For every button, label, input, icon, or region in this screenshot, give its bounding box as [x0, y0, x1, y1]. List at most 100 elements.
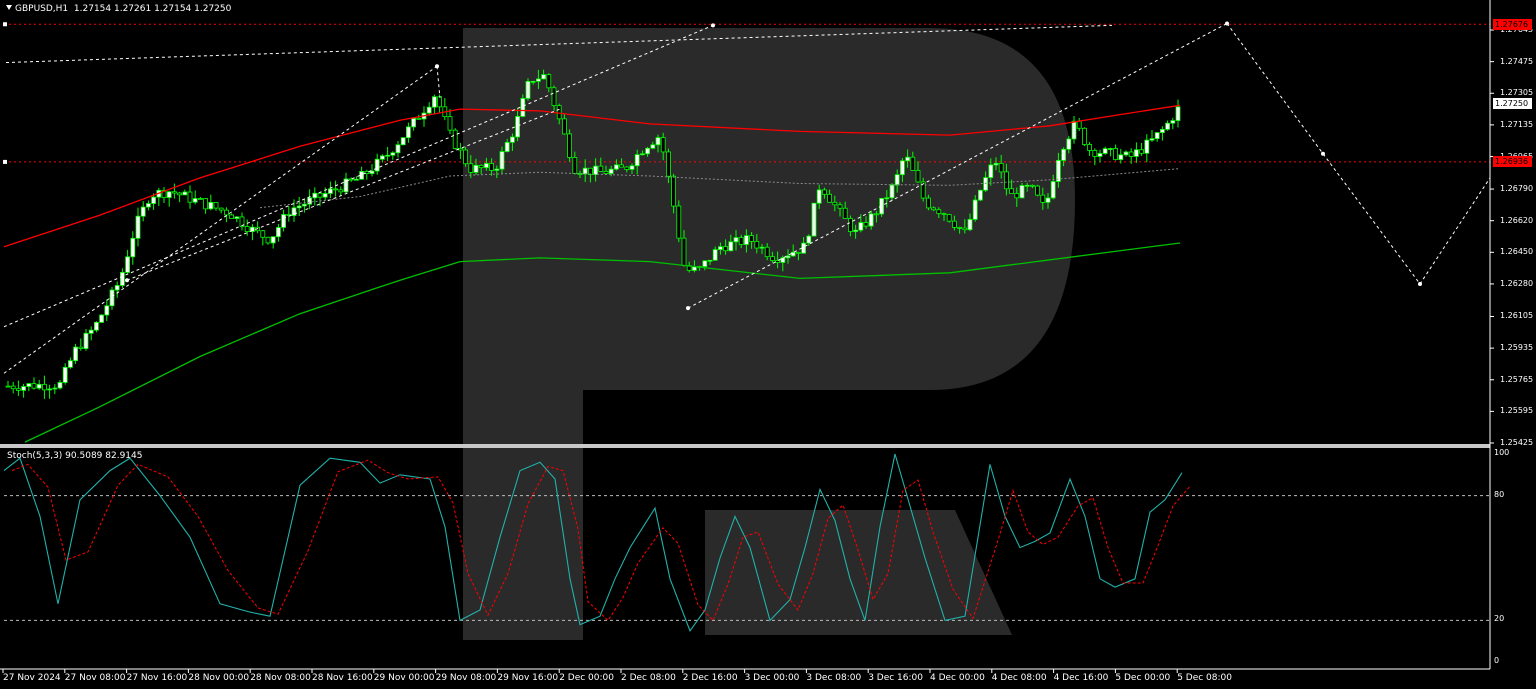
- bull-candle: [431, 96, 437, 108]
- bear-candle: [962, 227, 968, 231]
- price-label: 1.26790: [1500, 184, 1534, 194]
- bull-candle: [301, 203, 307, 207]
- bull-candle: [707, 259, 713, 262]
- bull-candle: [525, 81, 531, 99]
- bear-candle: [556, 105, 562, 120]
- bear-candle: [848, 218, 853, 232]
- price-chart[interactable]: [0, 0, 1536, 689]
- bull-candle: [1102, 148, 1108, 154]
- bull-candle: [307, 197, 313, 205]
- bull-candle: [634, 154, 640, 167]
- time-label: 3 Dec 00:00: [744, 673, 800, 683]
- time-label: 2 Dec 08:00: [621, 673, 676, 683]
- time-label: 27 Nov 2024: [3, 673, 61, 683]
- bull-candle: [94, 322, 99, 331]
- bear-candle: [1076, 120, 1082, 129]
- bear-candle: [468, 163, 474, 173]
- bull-candle: [759, 246, 765, 249]
- bear-candle: [671, 175, 676, 207]
- forecast-point: [435, 64, 439, 69]
- bull-candle: [1170, 120, 1176, 124]
- time-label: 28 Nov 00:00: [188, 673, 250, 683]
- bear-candle: [416, 117, 422, 120]
- bull-candle: [536, 78, 541, 82]
- bear-candle: [489, 163, 495, 171]
- bull-candle: [145, 203, 151, 208]
- price-tag: 1.27676: [1493, 18, 1532, 30]
- bull-candle: [68, 360, 73, 368]
- bull-candle: [718, 246, 723, 250]
- forecast-point: [1418, 281, 1422, 286]
- bear-candle: [15, 388, 21, 391]
- bull-candle: [374, 158, 380, 172]
- price-label: 1.26105: [1500, 311, 1534, 321]
- bull-candle: [151, 196, 157, 204]
- stoch-main-line: [3, 453, 1183, 632]
- bull-candle: [608, 168, 614, 174]
- bull-candle: [390, 152, 396, 156]
- bull-candle: [125, 256, 130, 273]
- pane-separator[interactable]: [0, 444, 1490, 448]
- forecast-point: [125, 278, 129, 283]
- bear-candle: [265, 236, 271, 244]
- bull-candle: [780, 257, 786, 263]
- bear-candle: [463, 149, 469, 165]
- bear-candle: [1128, 151, 1134, 157]
- bull-candle: [182, 191, 188, 196]
- bull-candle: [192, 198, 198, 203]
- bull-candle: [1024, 184, 1030, 187]
- bear-candle: [260, 230, 266, 238]
- bull-candle: [400, 137, 406, 146]
- bull-candle: [515, 116, 520, 138]
- bear-candle: [863, 222, 869, 227]
- stoch-label: Stoch(5,3,3) 90.5089 82.9145: [7, 451, 143, 461]
- bear-candle: [10, 385, 16, 390]
- watermark-r-leg: [705, 510, 1012, 635]
- bull-candle: [114, 285, 120, 291]
- bear-candle: [941, 213, 947, 215]
- bull-candle: [640, 153, 645, 156]
- watermark-logo: [463, 28, 1075, 640]
- symbol-label: GBPUSD,H1: [15, 4, 69, 14]
- bull-candle: [52, 387, 58, 390]
- bear-candle: [946, 214, 952, 222]
- bull-candle: [275, 227, 281, 238]
- bull-candle: [785, 255, 791, 259]
- bear-candle: [738, 237, 744, 245]
- bear-candle: [1030, 184, 1035, 187]
- bull-candle: [1050, 181, 1056, 199]
- bear-candle: [952, 220, 957, 228]
- bull-candle: [47, 388, 52, 391]
- price-tag: 1.27250: [1493, 97, 1532, 109]
- bear-candle: [910, 156, 916, 171]
- bear-candle: [78, 346, 84, 349]
- bear-candle: [603, 171, 609, 174]
- bull-candle: [868, 213, 874, 227]
- bull-candle: [655, 137, 661, 146]
- bull-candle: [411, 117, 417, 128]
- bull-candle: [853, 229, 858, 232]
- collapse-triangle-icon[interactable]: [6, 5, 12, 10]
- bull-candle: [1134, 149, 1139, 157]
- bear-candle: [1014, 193, 1020, 199]
- bull-candle: [322, 193, 328, 198]
- time-label: 27 Nov 16:00: [126, 673, 188, 683]
- bull-candle: [99, 314, 104, 323]
- bull-candle: [520, 98, 526, 117]
- bull-candle: [291, 207, 297, 216]
- bear-candle: [676, 205, 682, 239]
- bear-candle: [723, 246, 728, 252]
- bear-candle: [775, 260, 780, 263]
- bull-candle: [983, 177, 988, 191]
- bull-candle: [530, 80, 536, 83]
- bull-candle: [806, 235, 812, 244]
- bull-candle: [1061, 148, 1066, 161]
- bear-candle: [31, 383, 37, 389]
- bear-candle: [832, 201, 838, 206]
- ohlc-values: 1.27154 1.27261 1.27154 1.27250: [73, 4, 232, 14]
- stoch-scale-label: 0: [1494, 656, 1500, 665]
- bull-candle: [1175, 106, 1181, 121]
- bear-candle: [926, 197, 931, 209]
- bull-candle: [21, 386, 27, 391]
- bull-candle: [353, 178, 359, 181]
